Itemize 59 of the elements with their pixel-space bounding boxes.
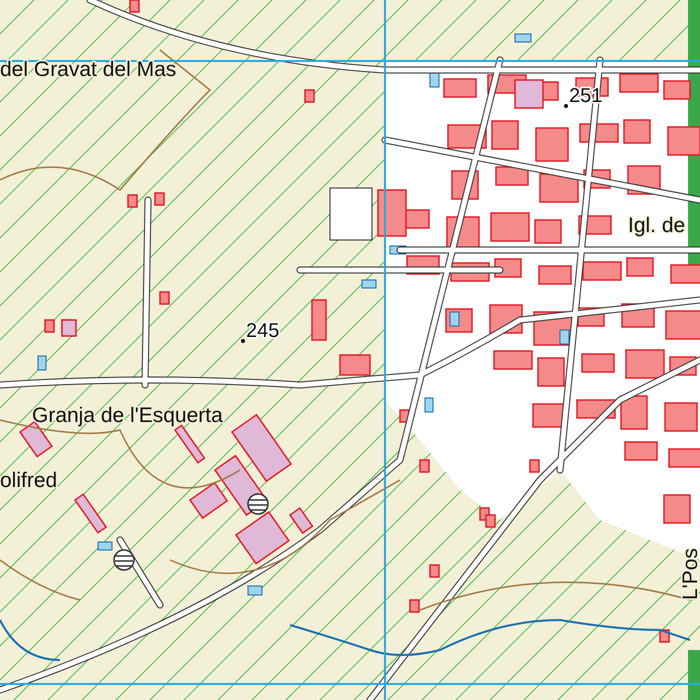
building: [127, 194, 138, 208]
building: [537, 357, 565, 387]
building: [304, 89, 315, 103]
silo-icon: [247, 493, 269, 515]
water-tank: [430, 72, 440, 88]
place-label: Igl. de: [628, 214, 686, 237]
building: [538, 265, 572, 285]
building: [663, 494, 691, 524]
building: [535, 127, 569, 162]
building: [667, 126, 700, 156]
building: [534, 219, 562, 244]
building: [620, 395, 648, 430]
building: [485, 514, 496, 528]
building: [665, 310, 700, 340]
water-tank: [38, 356, 46, 370]
water-tank: [98, 542, 112, 550]
sports-field: [330, 188, 372, 240]
building: [539, 173, 579, 203]
water-tank: [362, 280, 376, 288]
building: [154, 192, 165, 206]
building: [582, 261, 622, 281]
building: [625, 349, 665, 379]
building: [494, 258, 522, 278]
building: [626, 257, 654, 277]
place-label: L'Pos: [679, 548, 700, 600]
building: [664, 402, 698, 432]
farm-building: [514, 79, 544, 109]
building: [670, 264, 700, 284]
building: [623, 119, 651, 144]
building: [668, 448, 700, 468]
water-tank: [560, 330, 570, 344]
water-tank: [424, 398, 434, 412]
building: [493, 350, 533, 370]
building: [311, 299, 327, 341]
water-tank: [248, 586, 262, 596]
building: [619, 73, 659, 93]
building: [159, 291, 170, 305]
building: [429, 564, 440, 578]
building: [663, 80, 691, 100]
building: [529, 459, 540, 473]
water-tank: [514, 34, 532, 42]
building: [44, 319, 55, 333]
stream-line: [0, 620, 60, 661]
building: [339, 354, 371, 376]
building: [532, 403, 566, 428]
building: [624, 441, 658, 461]
building: [495, 166, 529, 186]
building: [419, 459, 430, 473]
spot-height-icon: [564, 104, 568, 108]
spot-height-label: 245: [246, 320, 280, 342]
building: [581, 353, 615, 373]
building: [490, 212, 530, 242]
building: [129, 0, 140, 13]
building: [491, 120, 519, 150]
water-tank: [450, 312, 460, 326]
building: [409, 599, 420, 613]
park-area: [688, 650, 700, 700]
building: [443, 78, 477, 98]
spot-height-icon: [241, 339, 245, 343]
